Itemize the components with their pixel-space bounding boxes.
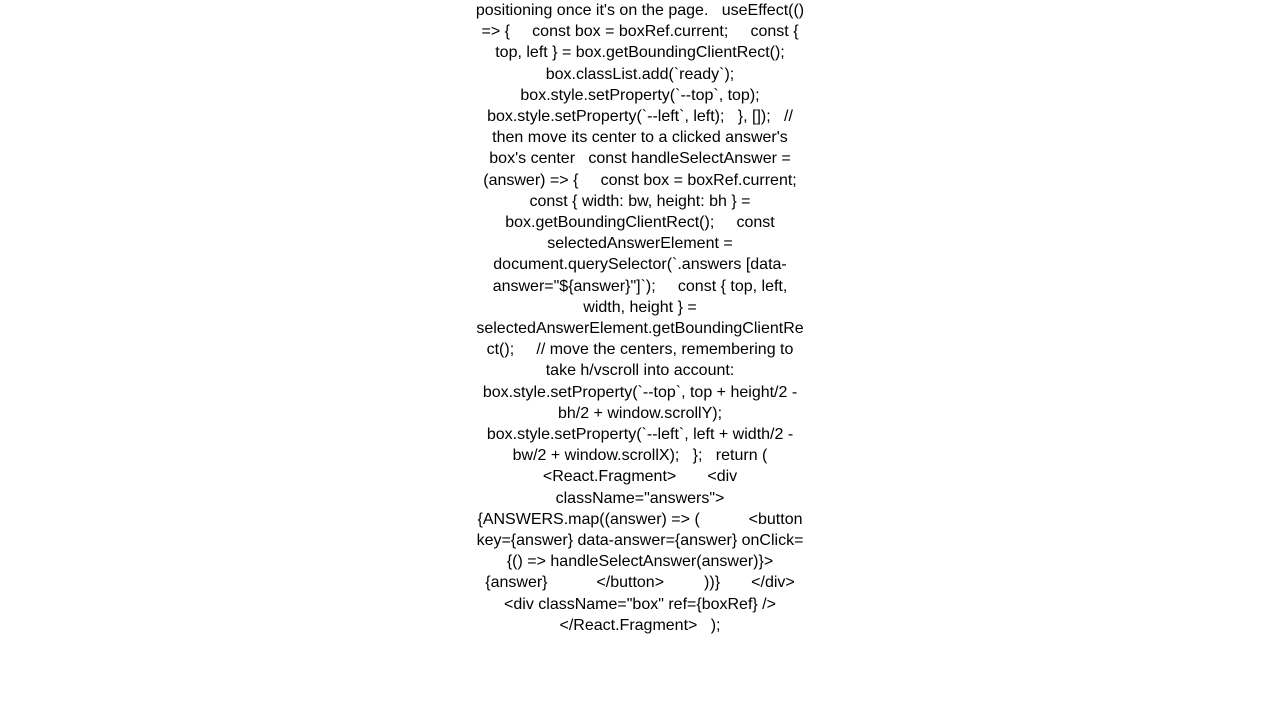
code-text-block: positioning once it's on the page. useEf… (475, 2, 831, 634)
page-root: positioning once it's on the page. useEf… (0, 0, 1280, 720)
